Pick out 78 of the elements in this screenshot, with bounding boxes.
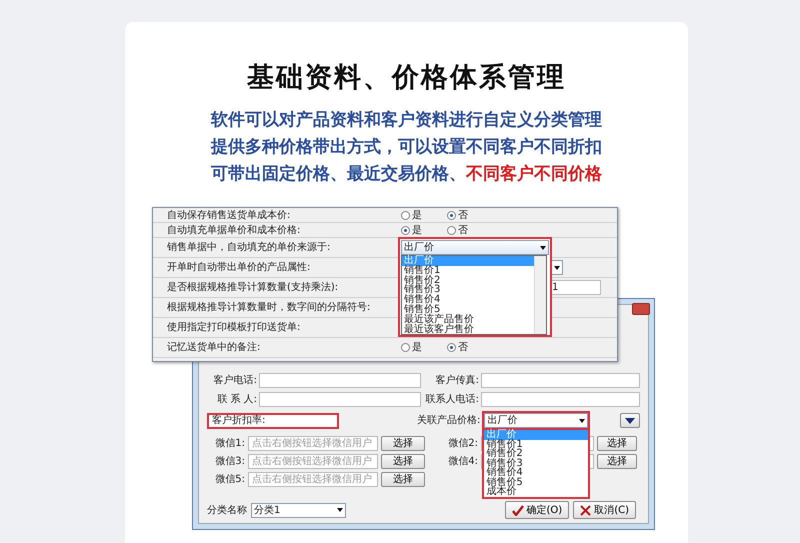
radio-label: 是 [412,341,422,355]
dropdown-value: 出厂价 [487,414,518,428]
setting-label: 自动保存销售送货单成本价: [167,208,292,222]
input-field[interactable] [481,392,640,407]
cancel-button[interactable]: 取消(C) [573,501,636,519]
caret-icon [579,418,586,422]
expand-button[interactable] [620,413,640,428]
radio-label: 否 [458,341,468,355]
placeholder-text: 点击右侧按钮选择微信用户 [251,456,372,467]
field-label: 联系人电话: [424,392,479,407]
select-button[interactable]: 选择 [381,454,425,469]
field-label: 微信4: [447,455,478,469]
check-icon [512,504,524,516]
setting-label: 销售单据中，自动填充的单价来源于: [167,240,332,255]
setting-label: 开单时自动带出单价的产品属性: [167,260,312,275]
field-label: 微信1: [214,437,245,451]
caret-icon [540,246,546,250]
tagline-text: 软件可以对产品资料和客户资料进行自定义分类管理 [211,110,602,130]
list-option[interactable]: 销售价1 [484,440,588,449]
input-field[interactable] [259,373,421,388]
list-option[interactable]: 最近该产品售价 [402,314,534,325]
setting-label: 根据规格推导计算数量时，数字间的分隔符号: [167,300,372,315]
list-option[interactable]: 销售价5 [484,478,588,487]
setting-label: 是否根据规格推导计算数量(支持乘法): [167,280,340,295]
list-option[interactable]: 销售价2 [484,449,588,458]
dropdown[interactable]: 出厂价 [401,240,549,255]
radio-button[interactable] [401,343,410,352]
radio-button[interactable] [447,226,456,234]
field-label: 微信5: [214,473,245,487]
list-option[interactable]: 销售价2 [402,276,534,286]
radio-button[interactable] [401,210,410,220]
list-option[interactable]: 销售价1 [402,266,534,276]
setting-label: 使用指定打印模板打印送货单: [167,320,302,335]
field-label: 微信3: [214,455,245,469]
select-button[interactable]: 选择 [381,436,425,451]
ok-button[interactable]: 确定(O) [504,501,570,519]
list-option[interactable]: 销售价3 [402,285,534,296]
radio-button[interactable] [401,226,410,234]
radio-label: 否 [458,224,468,238]
caret-icon [337,508,343,512]
list-option[interactable]: 销售价5 [402,304,534,315]
select-button[interactable]: 选择 [381,472,425,487]
field-label: 客户折扣率: [212,414,266,428]
field-label: 微信2: [447,437,478,451]
setting-label: 自动填充单据单价和成本价格: [167,224,302,238]
radio-label: 是 [412,224,422,238]
select-button[interactable]: 选择 [597,454,637,469]
radio-label: 是 [412,208,422,222]
input-field[interactable] [259,392,421,407]
field-label: 联 系 人: [216,392,257,407]
input-field[interactable] [481,373,640,388]
list-option[interactable]: 销售价4 [484,468,588,478]
field-label: 关联产品价格: [417,414,480,428]
close-icon [580,504,592,516]
scrollbar[interactable] [534,256,546,334]
tagline-text: 提供多种价格带出方式，可以设置不同客户不同折扣 [211,137,602,157]
list-option[interactable]: 最近该客户售价 [402,324,534,334]
dropdown[interactable]: 出厂价 [484,413,588,428]
radio-label: 否 [458,208,468,222]
setting-label: 记忆送货单中的备注: [167,340,262,355]
close-button[interactable] [632,303,650,315]
list-option[interactable]: 销售价4 [402,295,534,305]
heading: 基础资料、价格体系管理 [246,61,567,95]
field-label: 客户传真: [434,374,479,388]
dropdown[interactable]: 分类1 [251,502,346,518]
placeholder-text: 点击右侧按钮选择微信用户 [251,438,372,449]
tagline-text: 不同客户不同价格 [466,164,602,184]
dropdown-value: 分类1 [254,504,280,518]
select-button[interactable]: 选择 [597,436,637,451]
field-label: 客户电话: [212,374,257,388]
placeholder-text: 点击右侧按钮选择微信用户 [251,474,372,485]
list-option[interactable]: 成本价 [484,487,588,496]
list-option[interactable]: 销售价3 [484,458,588,468]
dropdown-value: 出厂价 [404,240,434,254]
radio-button[interactable] [447,210,456,220]
tagline-text: 可带出固定价格、最近交易价格、 [211,164,466,184]
radio-button[interactable] [447,343,456,352]
field-label: 分类名称 [207,504,247,518]
